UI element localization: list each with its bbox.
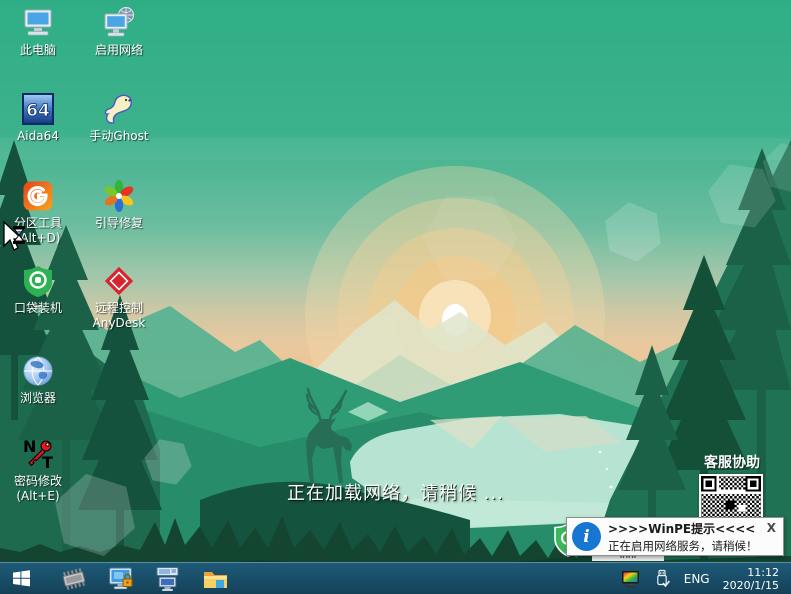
icon-label-2: (Alt+D)	[16, 231, 61, 246]
tray-safely-remove-hardware[interactable]	[654, 569, 671, 589]
winpe-desktop: 此电脑 启用网络 64 Aida64 手动Ghost 分区工具 (Alt+D) …	[0, 0, 791, 594]
icon-label: 浏览器	[20, 391, 56, 406]
desktop-icon-partition-tool[interactable]: 分区工具 (Alt+D)	[0, 179, 76, 246]
folder-icon	[202, 567, 229, 591]
desktop-icon-enable-network[interactable]: 启用网络	[81, 6, 157, 58]
popup-title: >>>>WinPE提示<<<<	[608, 520, 767, 537]
desktop-icon-remote-anydesk[interactable]: 远程控制 AnyDesk	[81, 264, 157, 331]
start-button[interactable]	[0, 563, 42, 594]
ghost-icon	[102, 92, 136, 126]
winpe-notification-popup: i >>>>WinPE提示<<<< X 正在启用网络服务，请稍候！	[566, 517, 784, 556]
taskbar-input-tool-button[interactable]	[153, 564, 183, 594]
globe-icon	[21, 354, 55, 388]
desktop-icon-boot-repair[interactable]: 引导修复	[81, 179, 157, 231]
taskbar-ramdisk-button[interactable]	[59, 564, 89, 594]
monitor-lock-icon	[108, 566, 135, 592]
loading-status-text: 正在加载网络，请稍候 ...	[0, 479, 791, 505]
aida64-icon: 64	[21, 92, 55, 126]
icon-label: 口袋装机	[14, 301, 62, 316]
anydesk-icon	[102, 264, 136, 298]
icon-label: Aida64	[17, 129, 59, 144]
diskgenius-icon	[21, 179, 55, 213]
desktop-icon-browser[interactable]: 浏览器	[0, 354, 76, 406]
usb-eject-icon	[654, 569, 671, 589]
icon-label: 启用网络	[95, 43, 143, 58]
support-label: 客服协助	[692, 452, 772, 472]
pinwheel-icon	[102, 179, 136, 213]
memory-chip-icon	[60, 567, 88, 591]
system-tray: ENG 11:12 2020/1/15	[621, 566, 791, 592]
info-icon: i	[572, 522, 601, 551]
tray-clock[interactable]: 11:12 2020/1/15	[723, 566, 779, 592]
nt-password-key-icon: NT	[21, 437, 55, 471]
this-pc-icon	[21, 6, 55, 40]
taskbar-file-explorer-button[interactable]	[200, 564, 230, 594]
desktop-icon-manual-ghost[interactable]: 手动Ghost	[81, 92, 157, 144]
monitor-keyboard-icon	[155, 566, 182, 592]
icon-label-2: AnyDesk	[93, 316, 146, 331]
popup-close-button[interactable]: X	[767, 521, 776, 535]
taskbar: ENG 11:12 2020/1/15	[0, 562, 791, 594]
tray-language-indicator[interactable]: ENG	[684, 572, 710, 586]
icon-label: 远程控制	[95, 301, 143, 316]
icon-label: 分区工具	[14, 216, 62, 231]
taskbar-display-tool-button[interactable]	[106, 564, 136, 594]
popup-message: 正在启用网络服务，请稍候！	[608, 538, 783, 554]
svg-text:64: 64	[26, 101, 50, 121]
tray-display-settings[interactable]	[621, 570, 641, 588]
icon-label: 手动Ghost	[89, 129, 148, 144]
icon-label: 此电脑	[20, 43, 56, 58]
svg-text:T: T	[42, 453, 53, 471]
svg-text:N: N	[23, 437, 36, 456]
shield-icon	[21, 264, 55, 298]
windows-logo-icon	[12, 569, 31, 588]
icon-label: 引导修复	[95, 216, 143, 231]
desktop-icon-pocket-install[interactable]: 口袋装机	[0, 264, 76, 316]
desktop-icon-this-pc[interactable]: 此电脑	[0, 6, 76, 58]
tray-time: 11:12	[723, 566, 779, 579]
enable-network-icon	[102, 6, 136, 40]
display-color-icon	[621, 570, 641, 588]
desktop-icon-aida64[interactable]: 64 Aida64	[0, 92, 76, 144]
support-qr-code	[699, 474, 763, 518]
tray-date: 2020/1/15	[723, 579, 779, 592]
